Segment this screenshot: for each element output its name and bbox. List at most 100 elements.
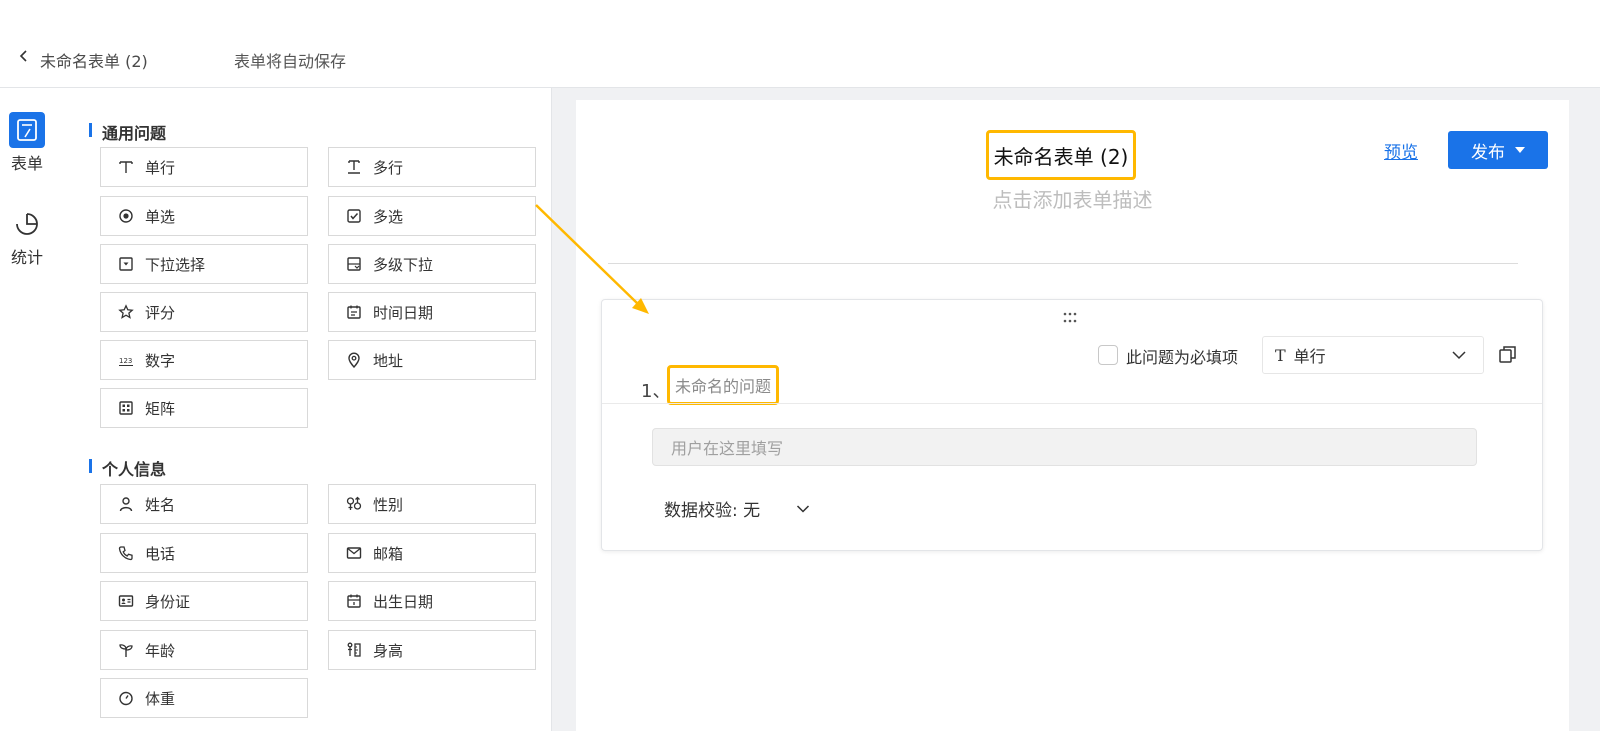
- single-line-icon: T: [1275, 345, 1286, 365]
- gender-icon: [345, 495, 363, 513]
- question-card[interactable]: 此问题为必填项 T 单行 1、 未命名的问题 用户在这里填写 数据校验: 无: [601, 299, 1543, 551]
- back-button[interactable]: [14, 46, 34, 66]
- palette-item-address[interactable]: 地址: [328, 340, 536, 380]
- palette-label: 邮箱: [373, 544, 404, 563]
- form-title[interactable]: 未命名表单 (2): [986, 130, 1136, 180]
- palette-label: 身高: [373, 641, 404, 660]
- number-icon: 123: [117, 351, 135, 369]
- question-palette: 通用问题 单行 多行 单选 多选 下拉选择 多级下拉 评分 时间日期 123 数…: [77, 88, 552, 731]
- document-title: 未命名表单 (2): [40, 52, 148, 71]
- checkbox-icon: [345, 207, 363, 225]
- autosave-status: 表单将自动保存: [234, 52, 347, 71]
- palette-item-datetime[interactable]: 时间日期: [328, 292, 536, 332]
- ruler-icon: [345, 641, 363, 659]
- palette-item-gender[interactable]: 性别: [328, 484, 536, 524]
- palette-label: 多级下拉: [373, 255, 434, 274]
- palette-label: 体重: [145, 689, 176, 708]
- answer-input[interactable]: 用户在这里填写: [652, 428, 1477, 466]
- mail-icon: [345, 544, 363, 562]
- rail-item-form[interactable]: 表单: [0, 112, 54, 174]
- chevron-down-icon: [1451, 347, 1467, 367]
- question-title[interactable]: 未命名的问题: [667, 365, 779, 405]
- publish-label: 发布: [1471, 142, 1505, 163]
- copy-icon[interactable]: [1498, 344, 1518, 368]
- form-canvas: 未命名表单 (2) 点击添加表单描述 预览 发布 此问题为必填项 T 单行 1、…: [552, 88, 1600, 731]
- rail-item-stats[interactable]: 统计: [0, 206, 54, 268]
- palette-label: 多行: [373, 158, 404, 177]
- form-icon: [9, 112, 45, 148]
- star-icon: [117, 303, 135, 321]
- single-line-icon: [117, 158, 135, 176]
- chart-pie-icon: [9, 206, 45, 242]
- palette-label: 电话: [145, 544, 176, 563]
- palette-label: 性别: [373, 495, 404, 514]
- palette-item-number[interactable]: 123 数字: [100, 340, 308, 380]
- multi-line-icon: [345, 158, 363, 176]
- palette-item-multi-line[interactable]: 多行: [328, 147, 536, 187]
- validation-select[interactable]: 数据校验: 无: [664, 496, 810, 521]
- sprout-icon: [117, 641, 135, 659]
- birthday-icon: [345, 592, 363, 610]
- palette-item-phone[interactable]: 电话: [100, 533, 308, 573]
- rail-label-form: 表单: [10, 154, 43, 173]
- dropdown-icon: [117, 255, 135, 273]
- left-rail: 表单 统计: [0, 88, 77, 731]
- form-description[interactable]: 点击添加表单描述: [576, 184, 1569, 213]
- publish-button[interactable]: 发布: [1448, 131, 1548, 169]
- question-type-label: 单行: [1293, 347, 1326, 366]
- palette-label: 身份证: [145, 592, 191, 611]
- required-checkbox[interactable]: [1098, 345, 1118, 365]
- id-card-icon: [117, 592, 135, 610]
- calendar-icon: [345, 303, 363, 321]
- palette-label: 姓名: [145, 495, 176, 514]
- divider: [602, 403, 1542, 404]
- palette-label: 地址: [373, 351, 404, 370]
- form-paper: 未命名表单 (2) 点击添加表单描述 预览 发布 此问题为必填项 T 单行 1、…: [576, 100, 1569, 731]
- palette-label: 评分: [145, 303, 176, 322]
- palette-item-weight[interactable]: 体重: [100, 678, 308, 718]
- rail-label-stats: 统计: [10, 248, 43, 267]
- top-bar: 未命名表单 (2) 表单将自动保存: [0, 0, 1600, 88]
- palette-item-checkbox[interactable]: 多选: [328, 196, 536, 236]
- phone-icon: [117, 544, 135, 562]
- chevron-left-icon: [19, 50, 27, 62]
- palette-label: 数字: [145, 351, 176, 370]
- location-pin-icon: [345, 351, 363, 369]
- palette-item-birthday[interactable]: 出生日期: [328, 581, 536, 621]
- group-title-personal: 个人信息: [89, 456, 166, 480]
- palette-item-email[interactable]: 邮箱: [328, 533, 536, 573]
- palette-label: 年龄: [145, 641, 176, 660]
- chevron-down-icon: [797, 504, 810, 513]
- cascade-dropdown-icon: [345, 255, 363, 273]
- scale-icon: [117, 689, 135, 707]
- palette-label: 时间日期: [373, 303, 434, 322]
- palette-item-matrix[interactable]: 矩阵: [100, 388, 308, 428]
- svg-text:123: 123: [119, 357, 132, 365]
- palette-label: 多选: [373, 207, 404, 226]
- person-icon: [117, 495, 135, 513]
- palette-item-dropdown[interactable]: 下拉选择: [100, 244, 308, 284]
- required-label: 此问题为必填项: [1126, 348, 1239, 367]
- group-title-general: 通用问题: [89, 120, 166, 144]
- radio-icon: [117, 207, 135, 225]
- palette-item-id-card[interactable]: 身份证: [100, 581, 308, 621]
- palette-label: 矩阵: [145, 399, 176, 418]
- palette-label: 单选: [145, 207, 176, 226]
- palette-item-rating[interactable]: 评分: [100, 292, 308, 332]
- preview-link[interactable]: 预览: [1384, 138, 1418, 163]
- drag-handle-icon[interactable]: [1062, 310, 1078, 329]
- palette-item-name[interactable]: 姓名: [100, 484, 308, 524]
- palette-label: 出生日期: [373, 592, 434, 611]
- palette-label: 下拉选择: [145, 255, 206, 274]
- palette-item-cascade-dropdown[interactable]: 多级下拉: [328, 244, 536, 284]
- caret-down-icon: [1515, 147, 1525, 153]
- divider: [608, 263, 1518, 264]
- palette-label: 单行: [145, 158, 176, 177]
- validation-label: 数据校验: 无: [664, 501, 761, 521]
- palette-item-age[interactable]: 年龄: [100, 630, 308, 670]
- palette-item-radio[interactable]: 单选: [100, 196, 308, 236]
- palette-item-height[interactable]: 身高: [328, 630, 536, 670]
- question-type-select[interactable]: T 单行: [1262, 336, 1484, 374]
- palette-item-single-line[interactable]: 单行: [100, 147, 308, 187]
- matrix-icon: [117, 399, 135, 417]
